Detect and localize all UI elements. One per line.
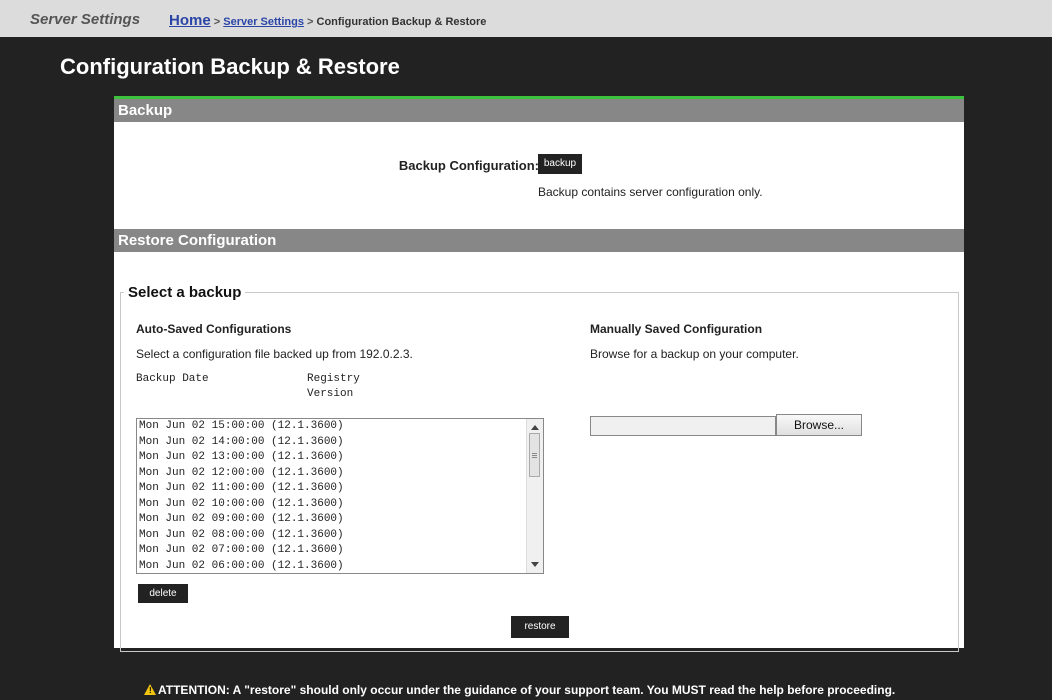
auto-saved-title: Auto-Saved Configurations bbox=[136, 322, 292, 336]
column-header-version: Version bbox=[307, 388, 354, 400]
top-bar: Server Settings Home > Server Settings >… bbox=[0, 0, 1052, 37]
listbox-scrollbar[interactable] bbox=[526, 419, 543, 573]
column-header-registry: Registry bbox=[307, 373, 360, 385]
select-backup-legend: Select a backup bbox=[124, 284, 246, 301]
breadcrumb-current: Configuration Backup & Restore bbox=[316, 16, 487, 28]
list-item[interactable]: Mon Jun 02 06:00:00 (12.1.3600) bbox=[137, 559, 543, 574]
attention-message: ! ATTENTION: A "restore" should only occu… bbox=[144, 683, 895, 697]
grip-line bbox=[532, 457, 537, 458]
warning-icon: ! bbox=[144, 684, 156, 695]
breadcrumb-home-link[interactable]: Home bbox=[169, 12, 211, 29]
list-item[interactable]: Mon Jun 02 15:00:00 (12.1.3600) bbox=[137, 419, 543, 435]
breadcrumb-separator: > bbox=[307, 16, 314, 28]
manual-saved-title: Manually Saved Configuration bbox=[590, 322, 763, 336]
attention-text: ATTENTION: A "restore" should only occur… bbox=[158, 683, 896, 697]
manual-saved-description: Browse for a backup on your computer. bbox=[590, 347, 799, 361]
list-item[interactable]: Mon Jun 02 08:00:00 (12.1.3600) bbox=[137, 528, 543, 544]
content-panel: Backup Backup Configuration: backup Back… bbox=[114, 96, 964, 652]
list-item[interactable]: Mon Jun 02 10:00:00 (12.1.3600) bbox=[137, 497, 543, 513]
scroll-up-arrow-icon[interactable] bbox=[531, 425, 539, 430]
backup-button[interactable]: backup bbox=[538, 154, 582, 174]
breadcrumb: Home > Server Settings > Configuration B… bbox=[169, 12, 486, 29]
list-item[interactable]: Mon Jun 02 12:00:00 (12.1.3600) bbox=[137, 466, 543, 482]
page-title: Configuration Backup & Restore bbox=[60, 54, 400, 79]
delete-button[interactable]: delete bbox=[138, 584, 188, 603]
restore-section-header: Restore Configuration bbox=[114, 229, 964, 252]
file-path-input[interactable] bbox=[590, 416, 776, 436]
list-item[interactable]: Mon Jun 02 09:00:00 (12.1.3600) bbox=[137, 512, 543, 528]
list-item[interactable]: Mon Jun 02 11:00:00 (12.1.3600) bbox=[137, 481, 543, 497]
list-item[interactable]: Mon Jun 02 14:00:00 (12.1.3600) bbox=[137, 435, 543, 451]
list-item[interactable]: Mon Jun 02 07:00:00 (12.1.3600) bbox=[137, 543, 543, 559]
breadcrumb-separator: > bbox=[213, 16, 221, 28]
breadcrumb-server-settings-link[interactable]: Server Settings bbox=[223, 16, 304, 28]
browse-button[interactable]: Browse... bbox=[776, 414, 862, 436]
backup-configuration-label: Backup Configuration: bbox=[398, 158, 539, 173]
auto-saved-description: Select a configuration file backed up fr… bbox=[136, 347, 413, 361]
list-item[interactable]: Mon Jun 02 13:00:00 (12.1.3600) bbox=[137, 450, 543, 466]
restore-button[interactable]: restore bbox=[511, 616, 569, 638]
auto-saved-listbox[interactable]: Mon Jun 02 15:00:00 (12.1.3600) Mon Jun … bbox=[136, 418, 544, 574]
section-name: Server Settings bbox=[30, 11, 141, 28]
grip-line bbox=[532, 455, 537, 456]
backup-section-header: Backup bbox=[114, 99, 964, 122]
scrollbar-thumb[interactable] bbox=[529, 433, 540, 477]
column-header-backup-date: Backup Date bbox=[136, 373, 209, 385]
grip-line bbox=[532, 453, 537, 454]
scroll-down-arrow-icon[interactable] bbox=[531, 562, 539, 567]
backup-note: Backup contains server configuration onl… bbox=[538, 185, 763, 199]
